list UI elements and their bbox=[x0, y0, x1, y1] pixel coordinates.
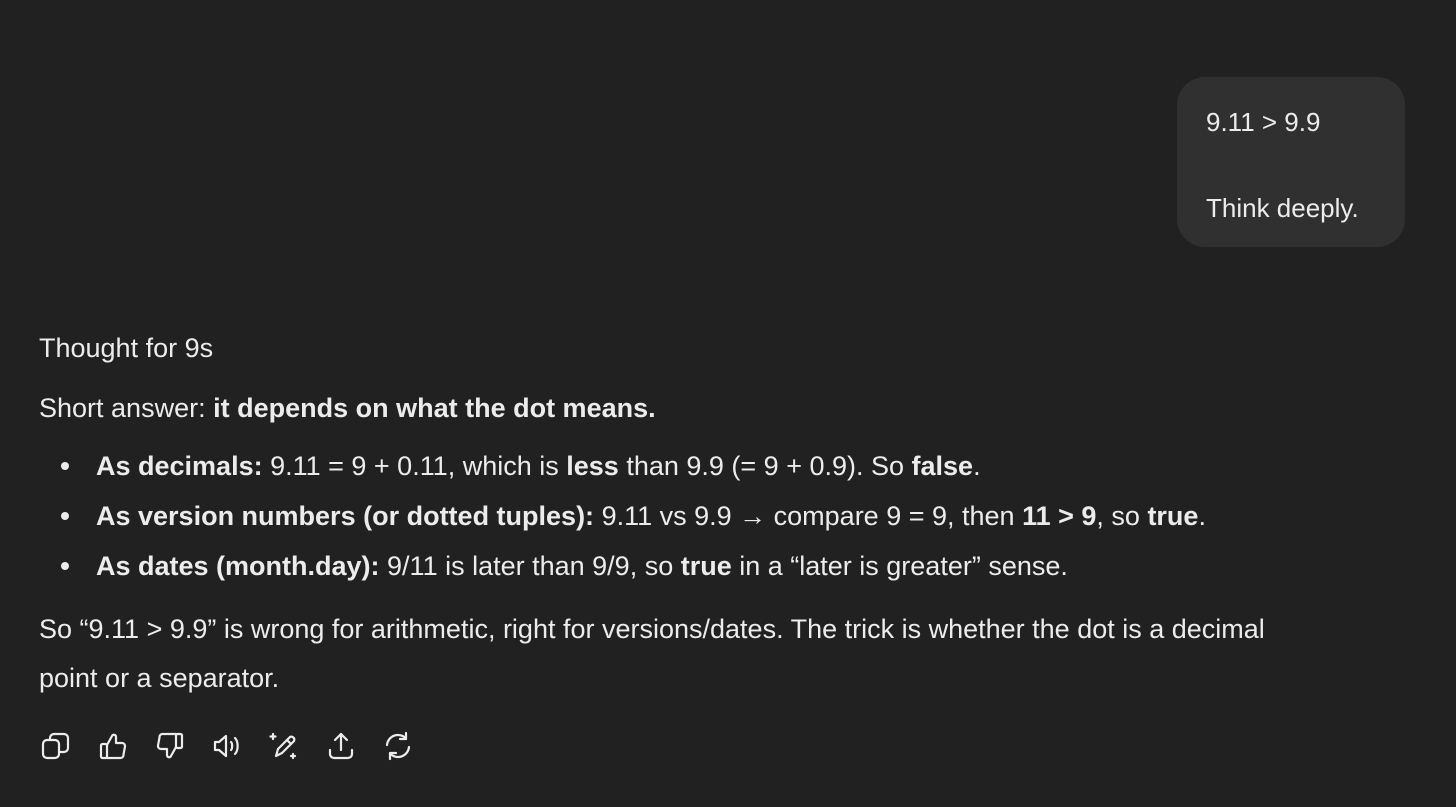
bullet-bold: true bbox=[680, 551, 732, 581]
read-aloud-icon bbox=[213, 734, 239, 758]
thumbs-up-icon bbox=[99, 733, 127, 760]
bullet-heading: As dates (month.day): bbox=[96, 551, 380, 581]
edit-in-canvas-button[interactable] bbox=[266, 728, 302, 764]
edit-canvas-icon bbox=[269, 732, 297, 760]
copy-button[interactable] bbox=[38, 728, 74, 764]
bullet-bold: false bbox=[911, 451, 974, 481]
user-message-line: 9.11 > 9.9 bbox=[1206, 107, 1321, 137]
copy-icon bbox=[41, 732, 70, 760]
short-answer-prefix: Short answer: bbox=[39, 393, 214, 423]
user-message-line: Think deeply. bbox=[1206, 193, 1359, 223]
bullet-text: . bbox=[973, 451, 981, 481]
short-answer-bold: it depends on what the dot means. bbox=[213, 393, 656, 423]
summary-line: point or a separator. bbox=[39, 663, 280, 693]
share-button[interactable] bbox=[323, 728, 359, 764]
thumbs-down-icon bbox=[156, 732, 184, 759]
short-answer: Short answer: it depends on what the dot… bbox=[39, 384, 1399, 433]
summary-line: So “9.11 > 9.9” is wrong for arithmetic,… bbox=[39, 614, 1265, 644]
bullet-text: 9.11 = 9 + 0.11, which is bbox=[262, 451, 567, 481]
bullet-text: 9/11 is later than 9/9, so bbox=[379, 551, 681, 581]
read-aloud-button[interactable] bbox=[209, 728, 245, 764]
list-item: As version numbers (or dotted tuples): 9… bbox=[39, 491, 1399, 541]
bullet-bold: true bbox=[1147, 501, 1199, 531]
regenerate-icon bbox=[385, 731, 411, 761]
bullet-text: 9.11 vs 9.9 → compare 9 = 9, then bbox=[594, 501, 1023, 531]
bullet-text: , so bbox=[1096, 501, 1148, 531]
bullet-heading: As version numbers (or dotted tuples): bbox=[96, 501, 595, 531]
bullet-heading: As decimals: bbox=[96, 451, 263, 481]
bullet-text: than 9.9 (= 9 + 0.9). So bbox=[618, 451, 912, 481]
user-message-bubble: 9.11 > 9.9 Think deeply. bbox=[1177, 77, 1405, 247]
summary-paragraph: So “9.11 > 9.9” is wrong for arithmetic,… bbox=[39, 605, 1399, 703]
bullet-bold: 11 > 9 bbox=[1022, 501, 1097, 531]
thought-duration-toggle[interactable]: Thought for 9s bbox=[39, 326, 1399, 370]
bullet-text: in a “later is greater” sense. bbox=[731, 551, 1068, 581]
bullet-dot bbox=[61, 512, 69, 520]
message-actions-bar bbox=[38, 728, 437, 764]
list-item: As dates (month.day): 9/11 is later than… bbox=[39, 541, 1399, 591]
share-icon bbox=[328, 732, 354, 760]
regenerate-button[interactable] bbox=[380, 728, 416, 764]
bullet-list: As decimals: 9.11 = 9 + 0.11, which is l… bbox=[39, 441, 1399, 591]
bullet-text: . bbox=[1198, 501, 1206, 531]
list-item: As decimals: 9.11 = 9 + 0.11, which is l… bbox=[39, 441, 1399, 491]
bullet-bold: less bbox=[566, 451, 619, 481]
good-response-button[interactable] bbox=[95, 728, 131, 764]
bad-response-button[interactable] bbox=[152, 728, 188, 764]
bullet-dot bbox=[61, 462, 69, 470]
bullet-dot bbox=[61, 562, 69, 570]
assistant-message: Thought for 9s Short answer: it depends … bbox=[39, 326, 1399, 703]
